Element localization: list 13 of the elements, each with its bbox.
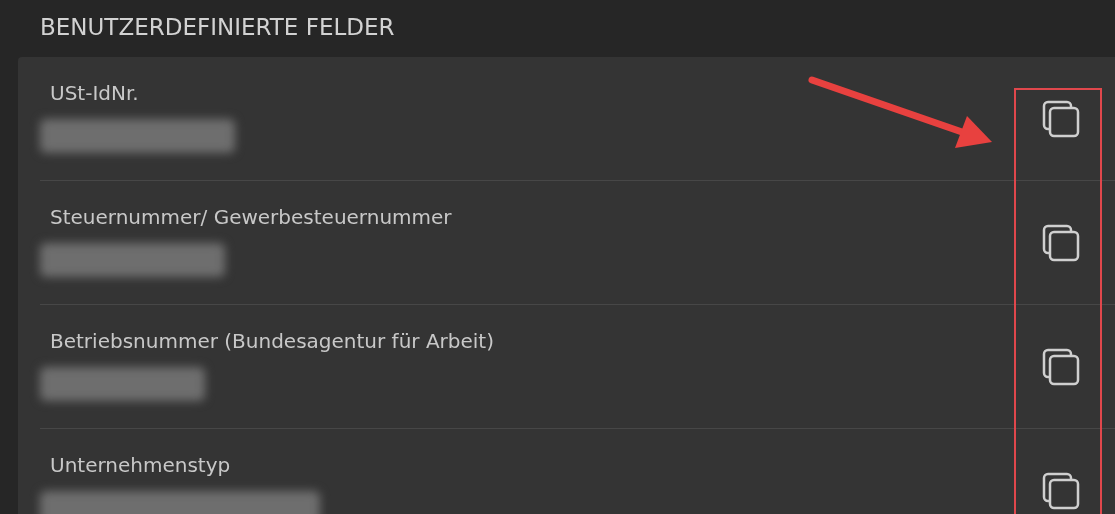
copy-button[interactable] [1041,223,1081,263]
section-title: BENUTZERDEFINIERTE FELDER [39,13,396,42]
copy-button[interactable] [1041,99,1081,139]
field-label: Unternehmenstyp [49,453,231,477]
field-label: USt-IdNr. [49,81,139,105]
copy-icon [1041,223,1081,263]
copy-button[interactable] [1041,347,1081,387]
field-label: Betriebsnummer (Bundesagentur für Arbeit) [49,329,494,353]
copy-button[interactable] [1041,471,1081,511]
copy-icon [1041,99,1081,139]
copy-icon [1041,471,1081,511]
copy-icon [1041,347,1081,387]
field-label: Steuernummer/ Gewerbesteuernummer [49,205,452,229]
